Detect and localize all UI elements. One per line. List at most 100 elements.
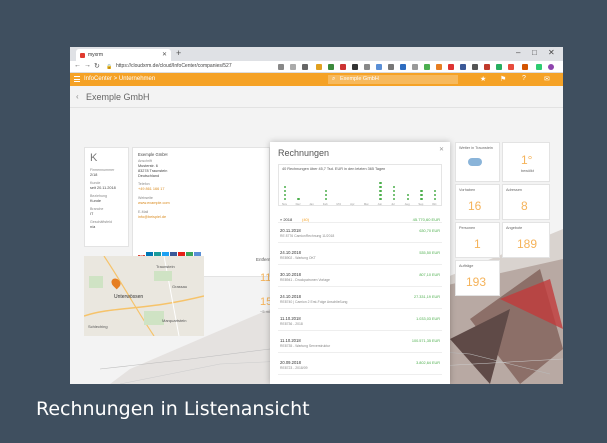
cloud-icon: [468, 158, 482, 166]
invoice-date: 11.10.2018: [280, 316, 301, 321]
forward-arrow-icon[interactable]: →: [84, 62, 91, 69]
address-bar: ← → ↻ 🔒 https://cloudxrm.de/cloud/InfoCe…: [70, 61, 563, 73]
url-field[interactable]: https://cloudxrm.de/cloud/InfoCenter/com…: [116, 63, 266, 71]
app-header: InfoCenter > Unternehmen ⌕ Exemple GmbH …: [70, 73, 563, 86]
chart-point: [379, 182, 382, 185]
back-icon[interactable]: ‹: [76, 92, 79, 101]
persons-label: Personen: [459, 226, 476, 230]
extension-icon[interactable]: [376, 64, 382, 70]
menu-icon[interactable]: [74, 76, 80, 82]
x-tick-label: Feb: [322, 202, 328, 206]
chart-point: [392, 198, 396, 201]
offers-card[interactable]: Angebote 189: [502, 222, 550, 258]
address-line3: Deutschland: [138, 174, 160, 178]
customer-label: Kunde: [90, 181, 101, 185]
tab-close-icon[interactable]: ✕: [162, 51, 167, 58]
persons-card[interactable]: Personen 1: [455, 222, 500, 258]
extension-icon[interactable]: [508, 64, 514, 70]
extension-icon[interactable]: [316, 64, 322, 70]
extension-icon[interactable]: [388, 64, 394, 70]
extension-icon[interactable]: [472, 64, 478, 70]
website-link[interactable]: www.example.com: [138, 201, 170, 205]
invoice-row[interactable]: 30.10.2018 RE8941 - Druckpatronen Vorlage…: [278, 270, 442, 287]
chart-point: [406, 194, 409, 197]
extension-icon[interactable]: [448, 64, 454, 70]
minimize-button[interactable]: –: [516, 48, 520, 57]
extension-icon[interactable]: [352, 64, 358, 70]
map-label: Traunstein: [156, 264, 175, 269]
extension-icon[interactable]: [484, 64, 490, 70]
extension-icon[interactable]: [340, 64, 346, 70]
x-tick-label: Aug: [404, 202, 410, 206]
invoice-description: RE8735 - Wartung Serverstruktur: [280, 344, 331, 348]
map[interactable]: Unterwössen Traunstein Marquartstein Gra…: [84, 256, 204, 336]
extension-icon[interactable]: [496, 64, 502, 70]
extension-icon[interactable]: [522, 64, 528, 70]
chart-point: [420, 190, 423, 193]
projects-card[interactable]: Vorhaben 16: [455, 184, 500, 220]
invoice-date: 30.10.2018: [280, 272, 301, 277]
help-icon[interactable]: ?: [522, 75, 526, 82]
chart-point: [379, 198, 382, 201]
extension-icon[interactable]: [436, 64, 442, 70]
phone-label: Telefon: [138, 182, 150, 186]
extension-icon[interactable]: [302, 64, 308, 70]
addresses-card[interactable]: Adressen 8: [502, 184, 550, 220]
flag-icon[interactable]: ⚑: [500, 75, 506, 83]
reload-icon[interactable]: ↻: [94, 62, 100, 70]
close-icon[interactable]: ✕: [439, 146, 444, 153]
extension-icon[interactable]: [328, 64, 334, 70]
chart-point: [433, 190, 437, 193]
extension-icon[interactable]: [424, 64, 430, 70]
invoice-row[interactable]: 11.10.2018 RE8736 - 2018 1.033,03 EUR: [278, 314, 442, 331]
extension-icon[interactable]: [290, 64, 296, 70]
lock-icon: 🔒: [106, 64, 113, 70]
chart-caption: 40 Rechnungen über 45,7 Tsd. EUR in den …: [282, 167, 386, 171]
new-tab-button[interactable]: +: [176, 48, 181, 58]
browser-tab[interactable]: myxrm ✕: [76, 49, 171, 61]
orders-card[interactable]: Aufträge 193: [455, 260, 500, 296]
invoice-date: 24.10.2018: [280, 294, 301, 299]
invoice-amount: 3.802,64 EUR: [416, 361, 440, 365]
invoices-title: Rechnungen: [278, 148, 330, 158]
email-link[interactable]: info@beispiel.de: [138, 215, 166, 219]
x-tick-label: Nov: [282, 202, 287, 206]
x-tick-label: Dez: [295, 202, 301, 206]
x-tick-label: Apr: [350, 202, 355, 206]
invoice-description: RE8740 | Camion 2 Erst-Folge Anschließun…: [280, 300, 348, 304]
extension-icon[interactable]: [400, 64, 406, 70]
year-group-row[interactable]: » 2018 (40) 45.770,60 EUR: [278, 216, 442, 223]
breadcrumb[interactable]: InfoCenter > Unternehmen: [84, 76, 155, 82]
invoice-row[interactable]: 24.10.2018 RE8740 | Camion 2 Erst-Folge A…: [278, 292, 442, 309]
search-input[interactable]: ⌕ Exemple GmbH: [328, 75, 458, 84]
invoice-date: 20.09.2018: [280, 360, 301, 365]
mail-icon[interactable]: ✉: [544, 75, 550, 83]
invoice-row[interactable]: 24.10.2018 RE8902 - Wartung OKT 535,50 EUR: [278, 248, 442, 265]
invoice-date: 20.11.2018: [280, 228, 301, 233]
extension-icon[interactable]: [460, 64, 466, 70]
weather-label: Wetter in Traunstein: [459, 146, 493, 150]
star-icon[interactable]: ★: [480, 75, 486, 83]
back-arrow-icon[interactable]: ←: [74, 62, 81, 69]
slide: myxrm ✕ + – □ ✕ ← → ↻ 🔒 https://cloudxrm…: [0, 0, 607, 443]
invoice-row[interactable]: 11.10.2018 RE8735 - Wartung Serverstruktu…: [278, 336, 442, 353]
phone-link[interactable]: +49 861 166 17: [138, 187, 165, 191]
maximize-button[interactable]: □: [532, 48, 537, 57]
extension-icon[interactable]: [412, 64, 418, 70]
window-close-button[interactable]: ✕: [548, 48, 555, 57]
invoice-amount: 630,70 EUR: [419, 229, 440, 233]
profile-avatar[interactable]: [548, 64, 554, 70]
invoice-row[interactable]: 20.09.2018 RE8723 - 2018/09 3.802,64 EUR: [278, 358, 442, 375]
invoice-row[interactable]: 20.11.2018 RE 8776 CamionRechnung 11/2018…: [278, 226, 442, 243]
chart-point: [433, 194, 437, 197]
addresses-count: 8: [521, 199, 528, 213]
business-value: n/a: [90, 225, 96, 229]
extension-icon[interactable]: [536, 64, 542, 70]
company-number-value: 2/18: [90, 173, 98, 177]
company-meta-card: K Firmennummer 2/18 Kunde seit 20.11.201…: [84, 147, 129, 247]
chart-point: [379, 186, 382, 189]
extension-icon[interactable]: [278, 64, 284, 70]
chart-point: [420, 194, 423, 197]
extension-icon[interactable]: [364, 64, 370, 70]
relation-label: Beziehung: [90, 194, 107, 198]
